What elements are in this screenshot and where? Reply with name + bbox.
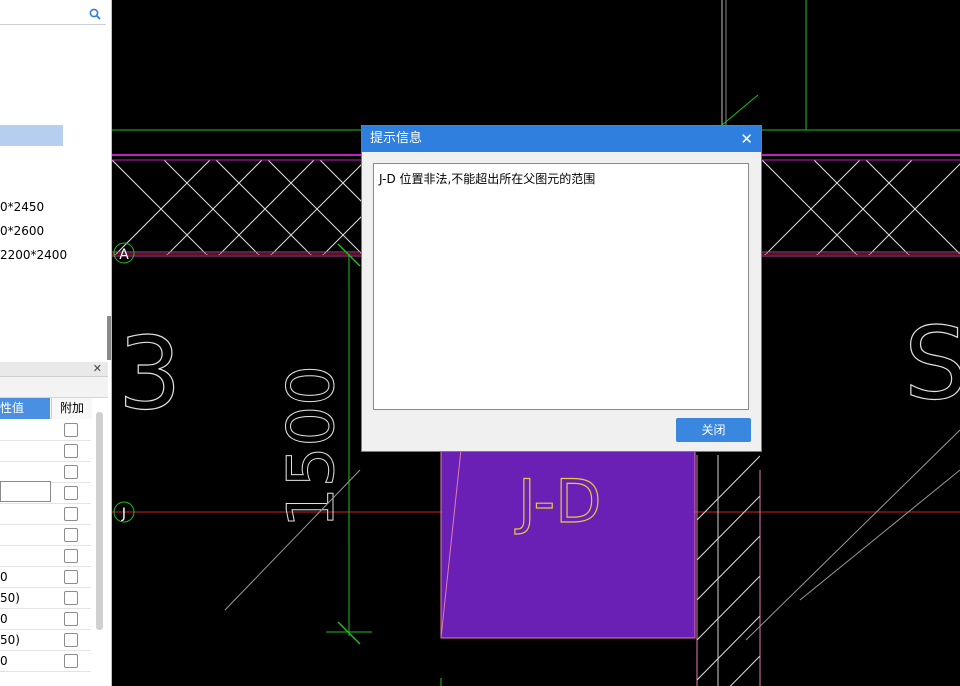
table-row: 0 [0,567,91,588]
column-header-value: 性值 [0,398,50,419]
property-value[interactable]: 0 [0,654,8,668]
tree-item[interactable]: 0*2600 [0,224,44,238]
table-row [0,441,91,462]
additional-checkbox[interactable] [64,570,78,584]
tree-item[interactable]: 2200*2400 [0,248,67,262]
close-icon[interactable]: ✕ [740,126,753,152]
hatch-wall [697,455,760,686]
close-button[interactable]: 关闭 [676,418,751,442]
additional-checkbox[interactable] [64,465,78,479]
additional-checkbox[interactable] [64,528,78,542]
property-value[interactable]: 50) [0,591,20,605]
search-input[interactable] [0,5,106,25]
close-icon[interactable]: ✕ [93,362,102,375]
additional-checkbox[interactable] [64,654,78,668]
search-icon[interactable] [89,8,101,20]
dialog-title-bar[interactable]: 提示信息 ✕ [362,126,761,152]
additional-checkbox[interactable] [64,549,78,563]
additional-checkbox[interactable] [64,591,78,605]
table-row: 50) [0,630,91,651]
table-row [0,525,91,546]
alert-dialog: 提示信息 ✕ J-D 位置非法,不能超出所在父图元的范围 关闭 [361,125,762,452]
additional-checkbox[interactable] [64,612,78,626]
dimension-label: 1500 [275,365,349,528]
additional-checkbox[interactable] [64,486,78,500]
message-text: J-D 位置非法,不能超出所在父图元的范围 [379,172,596,186]
column-header-additional: 附加 [51,398,92,419]
grid-label-right: S [904,305,960,422]
table-row [0,462,91,483]
table-row: 50) [0,588,91,609]
dialog-title: 提示信息 [370,131,423,146]
table-row [0,546,91,567]
tree-item-selected[interactable] [0,125,63,146]
table-row [0,483,91,504]
property-scrollbar[interactable] [96,412,103,630]
left-panel: 0*2450 0*2600 2200*2400 ✕ 性值 附加 0 50) 0 … [0,0,112,686]
table-row [0,504,91,525]
property-value[interactable]: 50) [0,633,20,647]
grid-label-left: 3 [118,315,182,432]
svg-text:A: A [119,247,129,263]
svg-text:J: J [121,506,126,522]
property-value[interactable]: 0 [0,570,8,584]
table-row: 0 [0,609,91,630]
table-row: 0 [0,651,91,672]
table-row [0,420,91,441]
additional-checkbox[interactable] [64,633,78,647]
message-box: J-D 位置非法,不能超出所在父图元的范围 [373,163,749,410]
element-label: J-D [514,467,601,537]
property-panel-header: ✕ [0,362,108,377]
additional-checkbox[interactable] [64,444,78,458]
property-value[interactable]: 0 [0,612,8,626]
property-toolbar [0,377,108,398]
additional-checkbox[interactable] [64,507,78,521]
tree-scrollbar[interactable] [107,316,111,360]
tree-item[interactable]: 0*2450 [0,200,44,214]
additional-checkbox[interactable] [64,423,78,437]
